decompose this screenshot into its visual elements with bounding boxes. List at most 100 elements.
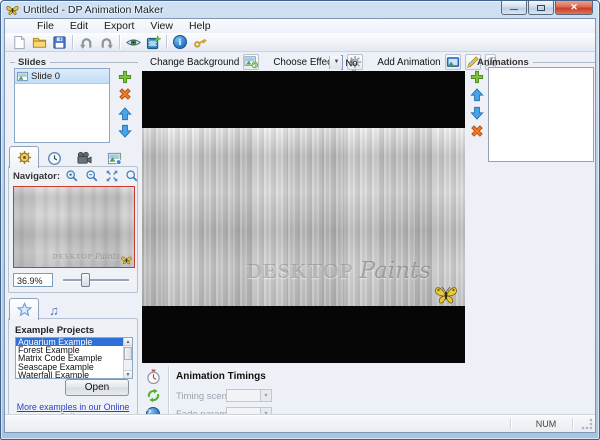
zoom-out-icon bbox=[85, 169, 99, 183]
zoom-fit-button[interactable] bbox=[105, 169, 122, 184]
zoom-slider-thumb[interactable] bbox=[81, 273, 90, 287]
examples-title: Example Projects bbox=[15, 325, 94, 336]
tab-music[interactable]: ♫ bbox=[39, 301, 69, 319]
examples-scrollbar[interactable]: ▲ ▼ bbox=[123, 338, 132, 378]
eye-icon bbox=[126, 35, 141, 50]
save-floppy-icon bbox=[52, 35, 67, 50]
move-animation-down-button[interactable] bbox=[470, 106, 486, 121]
move-animation-up-button[interactable] bbox=[470, 88, 486, 103]
animation-image-icon bbox=[446, 55, 460, 69]
watermark: DESKTOP Paints bbox=[247, 258, 431, 284]
plus-icon bbox=[470, 70, 484, 84]
zoom-out-button[interactable] bbox=[85, 169, 102, 184]
about-button[interactable]: i bbox=[170, 34, 190, 51]
add-slide-button[interactable] bbox=[118, 70, 134, 85]
navigator-label: Navigator: bbox=[13, 171, 60, 182]
minimize-button[interactable]: — bbox=[501, 1, 527, 15]
scroll-down-arrow[interactable]: ▼ bbox=[124, 370, 132, 378]
add-animation-image-button[interactable] bbox=[445, 54, 461, 70]
slides-group-title: Slides bbox=[18, 57, 46, 68]
open-folder-icon bbox=[32, 35, 47, 50]
timing-scene-combobox: ▼ bbox=[226, 389, 272, 402]
menu-help[interactable]: Help bbox=[181, 20, 219, 32]
maximize-icon bbox=[537, 5, 545, 11]
slide-item[interactable]: Slide 0 bbox=[15, 69, 109, 84]
timings-title: Animation Timings bbox=[176, 371, 266, 382]
left-tabstrip bbox=[9, 145, 129, 167]
stopwatch-icon bbox=[146, 369, 161, 384]
add-animation-item-button[interactable] bbox=[470, 70, 486, 85]
change-background-button[interactable] bbox=[243, 54, 259, 70]
open-project-button[interactable] bbox=[29, 34, 49, 51]
image-icon bbox=[107, 151, 122, 166]
zoom-actual-button[interactable] bbox=[125, 169, 142, 184]
resize-grip[interactable] bbox=[581, 418, 594, 431]
delete-animation-button[interactable] bbox=[470, 124, 486, 139]
add-animation-label[interactable]: Add Animation bbox=[377, 57, 440, 68]
delete-cross-icon bbox=[470, 124, 484, 138]
action-bar: Change Background Choose Effect: No effe… bbox=[142, 53, 467, 71]
zoom-value-input[interactable]: 36.9% bbox=[13, 273, 53, 287]
toolbar-separator bbox=[166, 35, 167, 49]
client-area: File Edit Export View Help bbox=[4, 18, 596, 433]
zoom-in-button[interactable] bbox=[65, 169, 82, 184]
menu-view[interactable]: View bbox=[142, 20, 181, 32]
undo-button[interactable] bbox=[76, 34, 96, 51]
title-bar[interactable]: Untitled - DP Animation Maker — ✕ bbox=[1, 1, 599, 18]
fit-arrows-icon bbox=[105, 169, 119, 183]
butterfly-icon bbox=[434, 284, 458, 305]
register-button[interactable] bbox=[190, 34, 210, 51]
center-area: Change Background Choose Effect: No effe… bbox=[142, 53, 467, 414]
left-sidebar: Slides Slide 0 bbox=[6, 53, 140, 414]
background-image-icon bbox=[244, 55, 258, 69]
tab-image[interactable] bbox=[99, 149, 129, 167]
menu-file[interactable]: File bbox=[29, 20, 62, 32]
move-slide-up-button[interactable] bbox=[118, 107, 134, 122]
move-slide-down-button[interactable] bbox=[118, 124, 134, 139]
thumb-butterfly-icon bbox=[121, 255, 132, 265]
scroll-up-arrow[interactable]: ▲ bbox=[124, 338, 132, 346]
preview-button[interactable] bbox=[123, 34, 143, 51]
undo-icon bbox=[79, 35, 94, 50]
menu-edit[interactable]: Edit bbox=[62, 20, 96, 32]
toolbar-separator bbox=[119, 35, 120, 49]
info-icon: i bbox=[173, 35, 187, 49]
workspace: Slides Slide 0 bbox=[5, 53, 595, 414]
scrollbar-thumb[interactable] bbox=[124, 347, 132, 360]
tab-video[interactable] bbox=[69, 149, 99, 167]
tab-examples[interactable] bbox=[9, 298, 39, 320]
effect-combobox[interactable]: No effect ▼ bbox=[341, 55, 343, 70]
redo-button[interactable] bbox=[96, 34, 116, 51]
animations-sidebar: Animations bbox=[467, 53, 596, 414]
slide-thumbnail-icon bbox=[17, 71, 28, 82]
video-camera-icon bbox=[77, 151, 92, 166]
zoom-slider[interactable] bbox=[63, 272, 129, 288]
key-icon bbox=[193, 35, 208, 50]
save-project-button[interactable] bbox=[49, 34, 69, 51]
animation-timings-panel: ? Animation Timings Timing scene: ▼ Fade… bbox=[142, 365, 467, 418]
close-button[interactable]: ✕ bbox=[555, 1, 593, 15]
bottom-tabstrip: ♫ bbox=[9, 297, 69, 319]
export-movie-button[interactable] bbox=[143, 34, 163, 51]
example-item[interactable]: Waterfall Example bbox=[16, 371, 132, 379]
slides-list[interactable]: Slide 0 bbox=[14, 68, 110, 143]
open-example-button[interactable]: Open bbox=[65, 379, 129, 396]
tab-scene-settings[interactable] bbox=[9, 146, 39, 168]
redo-icon bbox=[99, 35, 114, 50]
maximize-button[interactable] bbox=[528, 1, 554, 15]
thumb-watermark-text: DESKTOP bbox=[53, 253, 93, 261]
preview-canvas[interactable]: DESKTOP Paints bbox=[142, 71, 465, 363]
menu-export[interactable]: Export bbox=[96, 20, 142, 32]
delete-slide-button[interactable] bbox=[118, 87, 134, 102]
animations-list[interactable] bbox=[488, 67, 594, 162]
dropdown-arrow-icon[interactable]: ▼ bbox=[329, 56, 342, 69]
tab-timing[interactable] bbox=[39, 149, 69, 167]
zoom-actual-icon bbox=[125, 169, 139, 183]
arrow-down-icon bbox=[118, 124, 132, 138]
change-background-label[interactable]: Change Background bbox=[150, 57, 239, 68]
examples-list[interactable]: Aquarium Example Forest Example Matrix C… bbox=[15, 337, 133, 379]
new-project-button[interactable] bbox=[9, 34, 29, 51]
refresh-icon[interactable] bbox=[146, 388, 161, 403]
navigator-thumbnail[interactable]: DESKTOP Paints bbox=[13, 186, 135, 268]
toolbar-separator bbox=[72, 35, 73, 49]
